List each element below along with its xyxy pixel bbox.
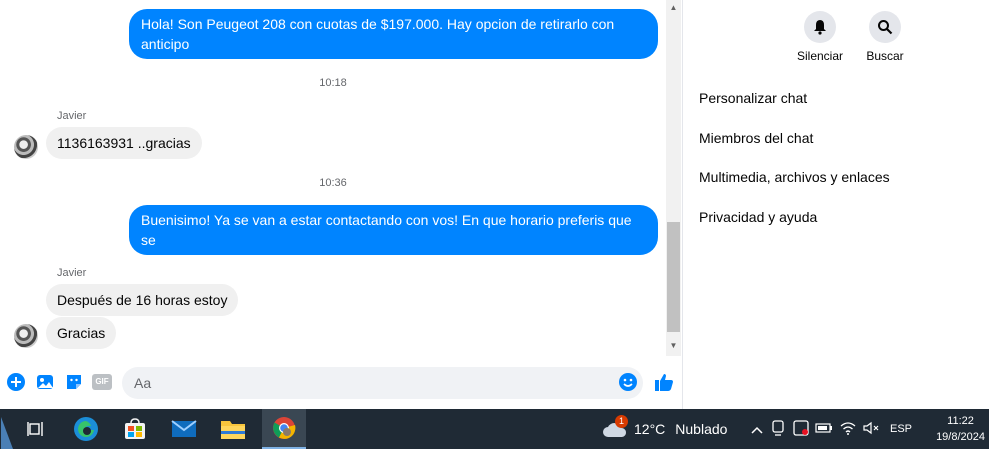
- chat-scrollbar[interactable]: ▲ ▼: [666, 0, 681, 356]
- message-text: Hola! Son Peugeot 208 con cuotas de $197…: [141, 16, 615, 52]
- cloud-icon: 1: [602, 415, 628, 439]
- plus-icon[interactable]: [6, 372, 26, 392]
- menu-item-chat-members[interactable]: Miembros del chat: [699, 130, 813, 146]
- menu-item-customize-chat[interactable]: Personalizar chat: [699, 90, 807, 106]
- chat-info-panel: Silenciar Buscar Personalizar chat Miemb…: [684, 0, 989, 409]
- image-icon[interactable]: [35, 372, 55, 392]
- message-composer: GIF Aa: [0, 364, 683, 402]
- wifi-icon[interactable]: [836, 421, 860, 438]
- system-tray: ESP: [748, 409, 912, 449]
- chevron-up-icon[interactable]: [748, 421, 766, 437]
- message-outgoing[interactable]: Hola! Son Peugeot 208 con cuotas de $197…: [129, 9, 658, 72]
- message-text: o un auto usado! Dejame tu numero para e…: [141, 56, 573, 72]
- battery-icon[interactable]: [812, 421, 836, 437]
- weather-condition: Nublado: [675, 421, 728, 437]
- weather-temperature: 12°C: [634, 421, 666, 437]
- message-input[interactable]: Aa: [122, 367, 643, 399]
- search-icon: [869, 11, 901, 43]
- message-input-placeholder: Aa: [134, 375, 152, 391]
- sender-name: Javier: [57, 267, 87, 279]
- store-icon[interactable]: [115, 409, 155, 449]
- scroll-thumb[interactable]: [667, 222, 680, 332]
- message-text: Buenisimo! Ya se van a estar contactando…: [141, 212, 632, 248]
- chrome-icon[interactable]: [262, 409, 306, 449]
- edge-browser-icon[interactable]: [66, 409, 106, 449]
- scroll-down-icon[interactable]: ▼: [666, 340, 681, 352]
- chat-panel: Hola! Son Peugeot 208 con cuotas de $197…: [0, 0, 683, 409]
- message-text: comuniquen? A la mañana o a la tarde?: [141, 252, 388, 268]
- search-label: Buscar: [866, 49, 904, 63]
- taskbar-edge-icon[interactable]: [0, 409, 14, 449]
- search-button[interactable]: Buscar: [850, 11, 920, 63]
- messenger-window: Hola! Son Peugeot 208 con cuotas de $197…: [0, 0, 989, 409]
- message-incoming[interactable]: 1136163931 ..gracias: [46, 127, 202, 159]
- sender-name: Javier: [57, 110, 87, 122]
- mute-button[interactable]: Silenciar: [785, 11, 855, 63]
- speaker-muted-icon[interactable]: [860, 421, 882, 438]
- task-view-icon[interactable]: [16, 409, 56, 449]
- clock-time: 11:22: [947, 415, 974, 427]
- mail-icon[interactable]: [164, 409, 204, 449]
- menu-item-media-files-links[interactable]: Multimedia, archivos y enlaces: [699, 169, 890, 185]
- message-incoming[interactable]: Gracias: [46, 317, 117, 349]
- weather-widget[interactable]: 1 12°C Nublado: [602, 409, 727, 449]
- avatar[interactable]: [14, 324, 38, 348]
- meet-now-icon[interactable]: [766, 419, 790, 439]
- sticker-icon[interactable]: [64, 372, 84, 392]
- mute-label: Silenciar: [796, 49, 844, 63]
- clock-date: 19/8/2024: [936, 431, 985, 443]
- security-icon[interactable]: [790, 419, 812, 439]
- avatar[interactable]: [14, 135, 38, 159]
- gif-icon[interactable]: GIF: [92, 372, 112, 392]
- file-explorer-icon[interactable]: [213, 409, 253, 449]
- message-incoming[interactable]: Después de 16 horas estoy: [46, 284, 239, 316]
- emoji-icon[interactable]: [618, 372, 638, 392]
- thumbs-up-icon[interactable]: [653, 371, 675, 393]
- menu-item-privacy-help[interactable]: Privacidad y ayuda: [699, 209, 817, 225]
- message-list: Hola! Son Peugeot 208 con cuotas de $197…: [0, 0, 666, 356]
- clock[interactable]: 11:22 19/8/2024: [936, 413, 985, 445]
- timestamp: 10:18: [319, 77, 347, 89]
- message-outgoing[interactable]: Buenisimo! Ya se van a estar contactando…: [129, 205, 658, 268]
- bell-icon: [804, 11, 836, 43]
- taskbar: 1 12°C Nublado ESP 11:22 19/8/2024: [0, 409, 989, 449]
- language-indicator[interactable]: ESP: [890, 423, 912, 435]
- scroll-up-icon[interactable]: ▲: [666, 2, 681, 14]
- weather-badge: 1: [615, 415, 628, 428]
- timestamp: 10:36: [319, 177, 347, 189]
